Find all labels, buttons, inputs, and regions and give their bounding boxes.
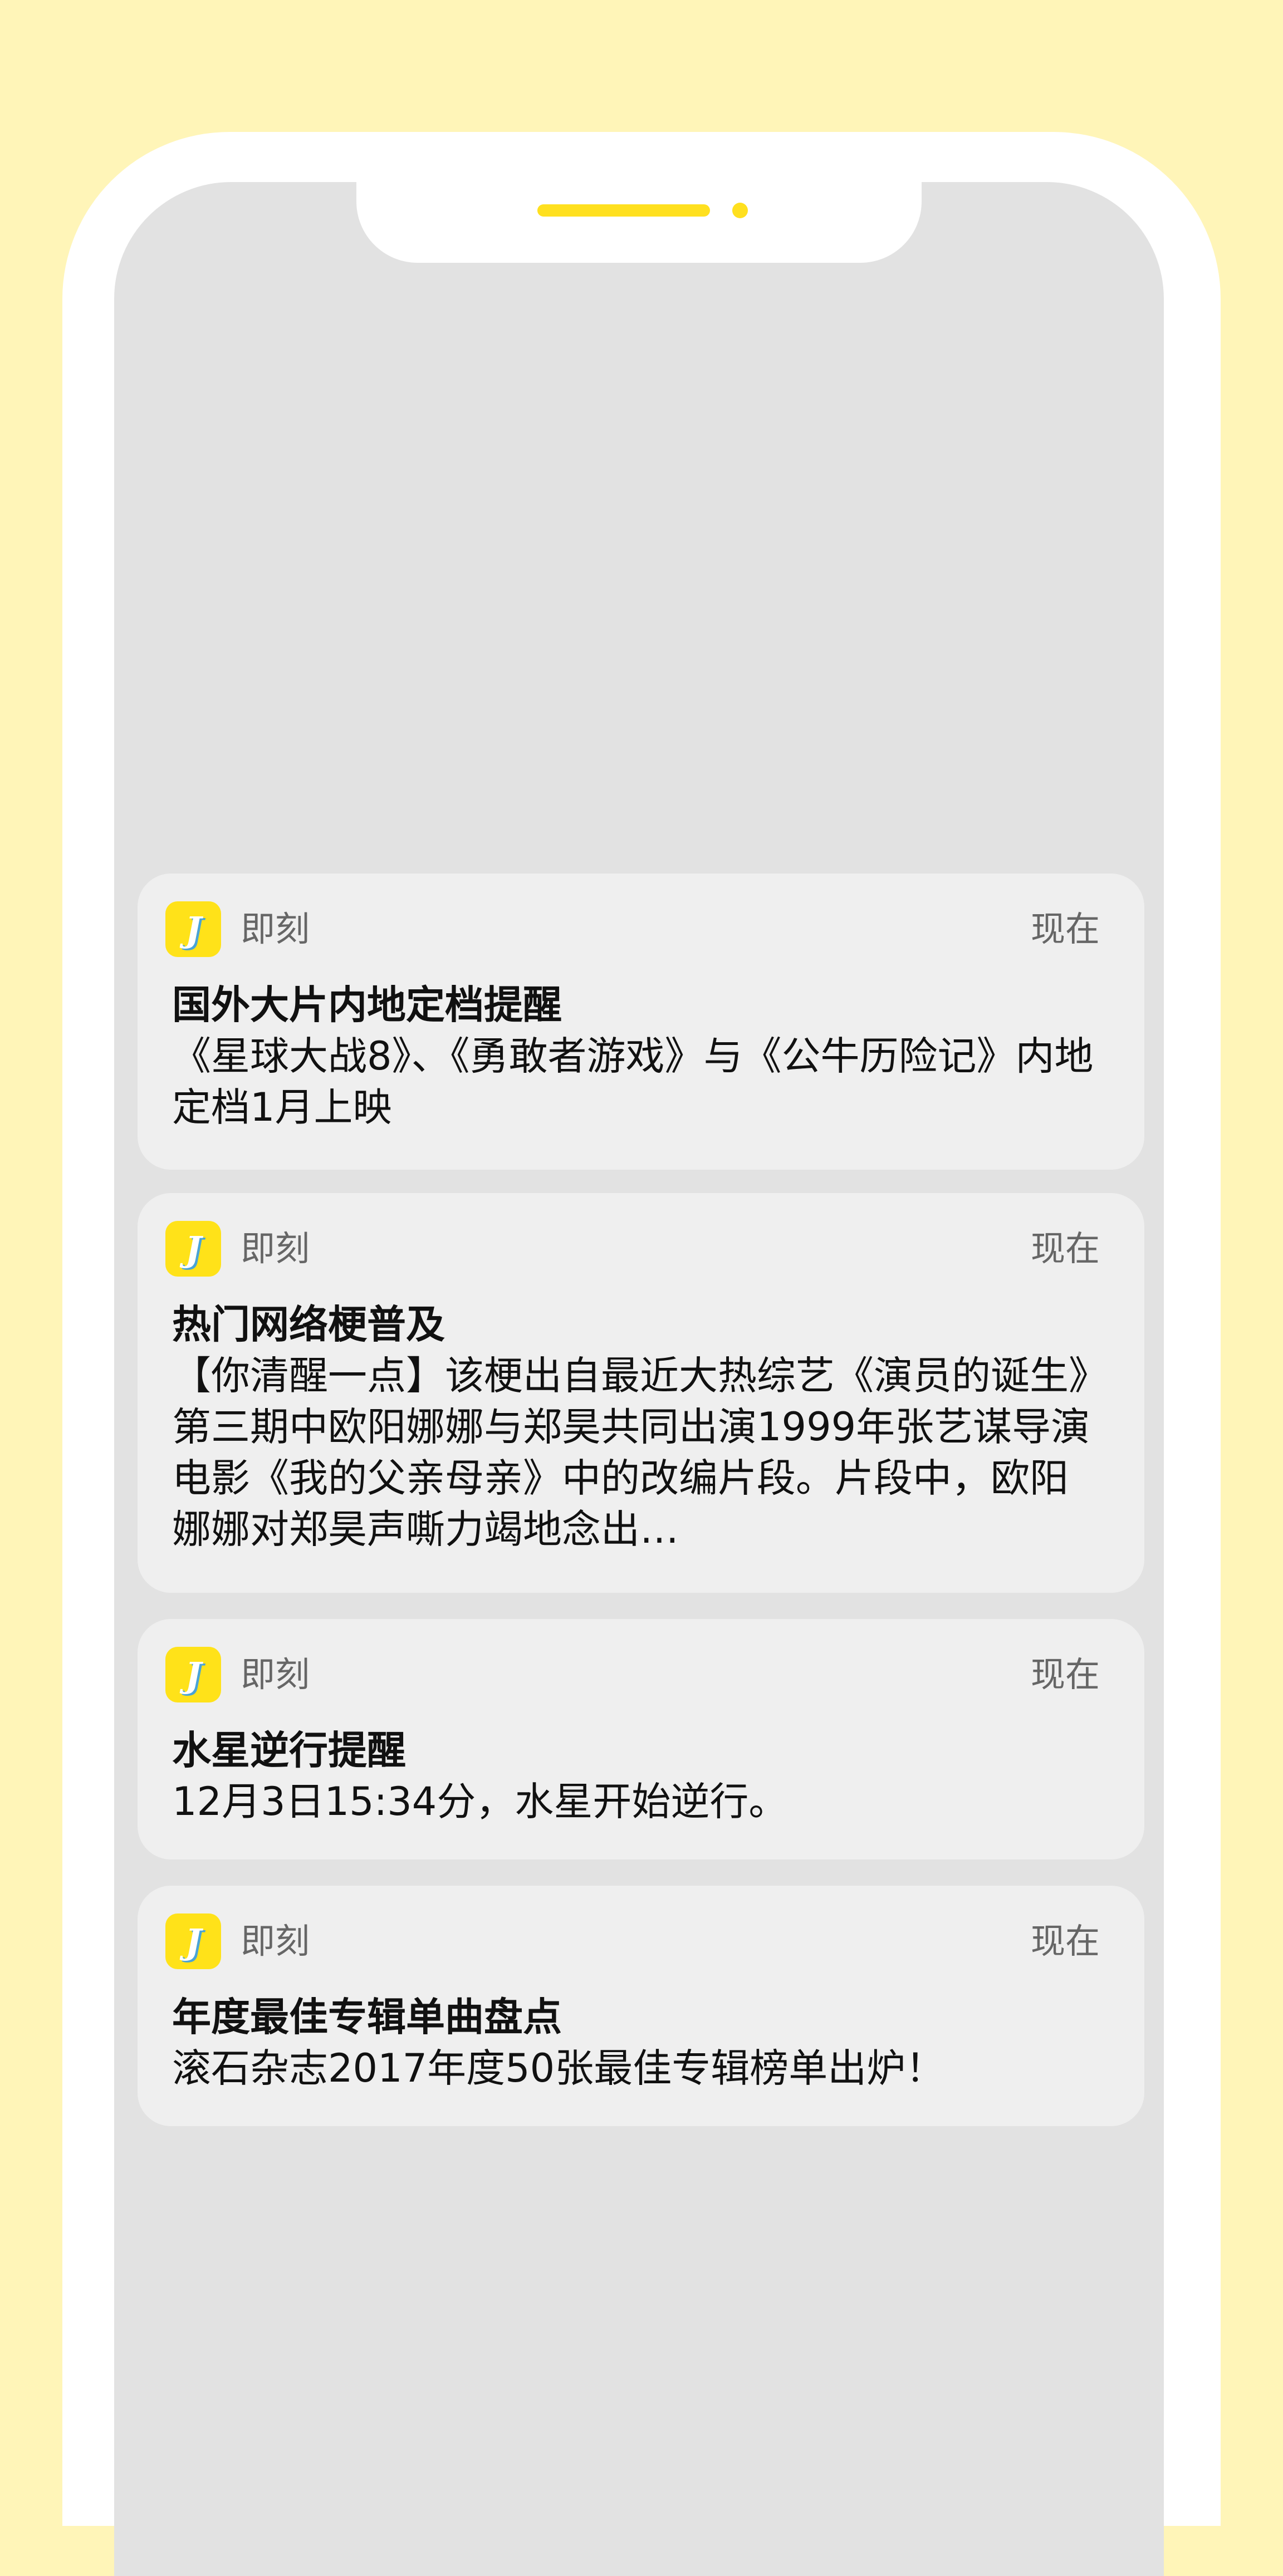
- jike-app-icon: J: [165, 901, 221, 957]
- jike-app-icon: J: [165, 1221, 221, 1277]
- jike-app-icon: J: [165, 1647, 221, 1702]
- jike-app-icon: J: [165, 1913, 221, 1969]
- front-camera: [732, 203, 748, 218]
- speaker-grille: [537, 204, 710, 217]
- notification-app-name: 即刻: [241, 1654, 310, 1695]
- notification-title: 热门网络梗普及: [172, 1302, 445, 1347]
- notification-body: 滚石杂志2017年度50张最佳专辑榜单出炉！: [172, 2045, 945, 2091]
- notification-card[interactable]: J 即刻 现在 热门网络梗普及 【你清醒一点】该梗出自最近大热综艺《演员的诞生》…: [138, 1193, 1144, 1593]
- notification-card[interactable]: J 即刻 现在 年度最佳专辑单曲盘点 滚石杂志2017年度50张最佳专辑榜单出炉…: [138, 1886, 1144, 2126]
- notification-title: 年度最佳专辑单曲盘点: [172, 1994, 562, 2040]
- notification-title: 国外大片内地定档提醒: [172, 982, 562, 1028]
- notification-card[interactable]: J 即刻 现在 国外大片内地定档提醒 《星球大战8》、《勇敢者游戏》与《公牛历险…: [138, 874, 1144, 1170]
- notification-time: 现在: [1030, 909, 1100, 949]
- notification-body: 《星球大战8》、《勇敢者游戏》与《公牛历险记》内地定档1月上映: [172, 1033, 1094, 1130]
- lock-screen: J 即刻 现在 国外大片内地定档提醒 《星球大战8》、《勇敢者游戏》与《公牛历险…: [114, 182, 1164, 2576]
- notification-body: 12月3日15:34分，水星开始逆行。: [172, 1779, 788, 1824]
- notification-time: 现在: [1030, 1921, 1100, 1961]
- notification-app-name: 即刻: [241, 1921, 310, 1961]
- notification-body: 【你清醒一点】该梗出自最近大热综艺《演员的诞生》第三期中欧阳娜娜与郑昊共同出演1…: [172, 1353, 1090, 1552]
- phone-notch: [356, 182, 922, 263]
- notification-title: 水星逆行提醒: [172, 1728, 406, 1773]
- notification-time: 现在: [1030, 1228, 1100, 1269]
- notification-app-name: 即刻: [241, 909, 310, 949]
- notification-time: 现在: [1030, 1654, 1100, 1695]
- notification-card[interactable]: J 即刻 现在 水星逆行提醒 12月3日15:34分，水星开始逆行。: [138, 1619, 1144, 1859]
- phone-frame: J 即刻 现在 国外大片内地定档提醒 《星球大战8》、《勇敢者游戏》与《公牛历险…: [62, 132, 1221, 2576]
- notification-app-name: 即刻: [241, 1228, 310, 1269]
